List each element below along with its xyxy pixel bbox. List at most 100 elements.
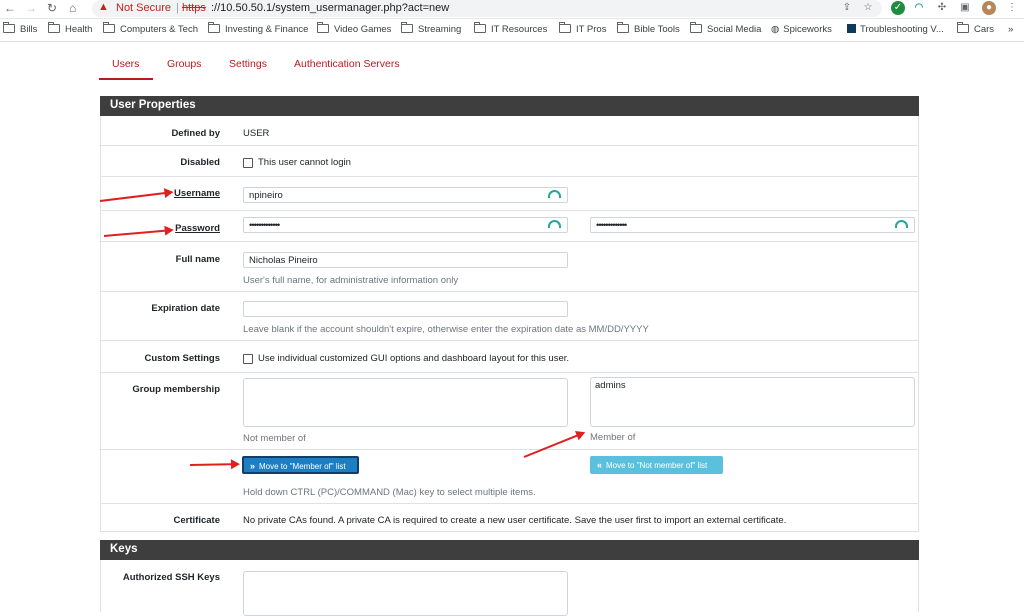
panel-title: User Properties xyxy=(100,96,919,116)
forward-arrow-icon[interactable]: → xyxy=(25,0,37,16)
profile-avatar[interactable]: ● xyxy=(982,1,996,15)
certificate-text: No private CAs found. A private CA is re… xyxy=(243,515,787,526)
ssh-keys-textarea[interactable] xyxy=(243,571,568,616)
disabled-checkbox[interactable] xyxy=(243,158,253,168)
home-icon[interactable]: ⌂ xyxy=(69,0,76,16)
defined-by-label: Defined by xyxy=(171,128,220,139)
bookmark-bills[interactable]: Bills xyxy=(3,22,38,35)
tab-settings[interactable]: Settings xyxy=(229,58,267,70)
bookmark-social-media[interactable]: Social Media xyxy=(690,22,762,35)
bookmark-spiceworks[interactable]: ◍ Spiceworks xyxy=(771,24,832,35)
password-manager-icon[interactable] xyxy=(548,220,561,228)
bookmark-label: Bible Tools xyxy=(634,24,680,35)
custom-settings-label: Custom Settings xyxy=(144,353,220,364)
bookmark-label: Health xyxy=(65,24,93,35)
group-membership-label: Group membership xyxy=(132,384,220,395)
reload-icon[interactable]: ↻ xyxy=(47,0,57,16)
member-of-list[interactable]: admins xyxy=(590,377,915,427)
multi-select-help: Hold down CTRL (PC)/COMMAND (Mac) key to… xyxy=(243,487,536,498)
username-value: npineiro xyxy=(249,190,283,201)
url-separator: | xyxy=(176,2,179,14)
bookmark-streaming[interactable]: Streaming xyxy=(401,22,462,35)
folder-icon xyxy=(474,22,486,33)
bookmark-label: IT Resources xyxy=(491,24,548,35)
move-to-member-button[interactable]: » Move to "Member of" list xyxy=(242,456,359,474)
side-panel-icon[interactable]: ▣ xyxy=(958,1,972,15)
defined-by-value: USER xyxy=(243,128,270,139)
bookmark-health[interactable]: Health xyxy=(48,22,93,35)
folder-icon xyxy=(103,22,115,33)
bookmark-video-games[interactable]: Video Games xyxy=(317,22,392,35)
bookmark-cars[interactable]: Cars xyxy=(957,22,995,35)
username-input[interactable]: npineiro xyxy=(243,187,568,203)
bookmark-label: Bills xyxy=(20,24,38,35)
custom-settings-checkbox-text: Use individual customized GUI options an… xyxy=(258,353,570,364)
password-input[interactable]: ••••••••••••• xyxy=(243,217,568,233)
move-to-not-member-button[interactable]: «Move to "Not member of" list xyxy=(590,456,723,474)
back-arrow-icon[interactable]: ← xyxy=(4,0,16,16)
security-status[interactable]: Not Secure xyxy=(116,2,171,14)
bookmark-label: Investing & Finance xyxy=(225,24,309,35)
password-confirm-input[interactable]: ••••••••••••• xyxy=(590,217,915,233)
share-icon[interactable]: ⇪ xyxy=(840,1,854,15)
tab-users[interactable]: Users xyxy=(112,58,139,70)
bookmark-troubleshooting[interactable]: Troubleshooting V... xyxy=(847,24,944,35)
active-tab-indicator xyxy=(99,78,153,80)
bookmark-label: Social Media xyxy=(707,24,762,35)
expiration-input[interactable] xyxy=(243,301,568,317)
disabled-checkbox-text: This user cannot login xyxy=(258,157,351,168)
bookmark-label: Cars xyxy=(974,24,995,35)
password-manager-icon[interactable] xyxy=(895,220,908,228)
bookmark-it-pros[interactable]: IT Pros xyxy=(559,22,607,35)
certificate-label: Certificate xyxy=(173,515,220,526)
move-to-member-label: Move to "Member of" list xyxy=(259,462,346,471)
double-chevron-left-icon: « xyxy=(597,460,603,470)
bookmark-label: Computers & Tech xyxy=(120,24,198,35)
password-value: ••••••••••••• xyxy=(249,220,280,231)
folder-icon xyxy=(957,22,969,33)
folder-icon xyxy=(208,22,220,33)
folder-icon xyxy=(617,22,629,33)
bookmarks-overflow[interactable]: » xyxy=(1008,24,1013,35)
custom-settings-checkbox[interactable] xyxy=(243,354,253,364)
bookmark-label: Troubleshooting V... xyxy=(860,24,944,35)
member-of-caption: Member of xyxy=(590,432,636,443)
not-member-of-list[interactable] xyxy=(243,378,568,427)
keys-panel-title: Keys xyxy=(100,540,919,560)
annotation-arrow-move-button xyxy=(189,463,239,466)
folder-icon xyxy=(48,22,60,33)
tab-groups[interactable]: Groups xyxy=(167,58,201,70)
fullname-label: Full name xyxy=(175,254,220,265)
extension-arc-icon[interactable]: ◠ xyxy=(912,1,926,15)
expiration-help: Leave blank if the account shouldn't exp… xyxy=(243,324,649,335)
fullname-help: User's full name, for administrative inf… xyxy=(243,275,459,286)
fullname-value: Nicholas Pineiro xyxy=(249,255,318,266)
folder-icon xyxy=(559,22,571,33)
double-chevron-right-icon: » xyxy=(250,461,256,471)
bookmark-label: Spiceworks xyxy=(783,24,832,35)
list-item[interactable]: admins xyxy=(595,380,910,391)
bookmark-label: Streaming xyxy=(418,24,462,35)
extensions-puzzle-icon[interactable]: ✣ xyxy=(935,1,949,15)
site-favicon-icon xyxy=(847,24,856,33)
bookmark-it-resources[interactable]: IT Resources xyxy=(474,22,548,35)
url-text: ://10.50.50.1/system_usermanager.php?act… xyxy=(211,2,450,14)
bookmark-bible-tools[interactable]: Bible Tools xyxy=(617,22,680,35)
url-protocol: https xyxy=(182,2,206,14)
disabled-label: Disabled xyxy=(180,157,220,168)
menu-kebab-icon[interactable]: ⋮ xyxy=(1005,1,1019,15)
defined-by-row xyxy=(100,116,919,146)
folder-icon xyxy=(317,22,329,33)
tab-authentication-servers[interactable]: Authentication Servers xyxy=(294,58,400,70)
password-confirm-value: ••••••••••••• xyxy=(596,220,627,231)
folder-icon xyxy=(690,22,702,33)
bookmark-star-icon[interactable]: ☆ xyxy=(861,1,875,15)
bookmark-label: Video Games xyxy=(334,24,392,35)
bookmark-label: IT Pros xyxy=(576,24,607,35)
bookmark-computers[interactable]: Computers & Tech xyxy=(103,22,198,35)
extension-check-icon[interactable]: ✓ xyxy=(891,1,905,15)
globe-icon: ◍ xyxy=(771,24,780,35)
password-manager-icon[interactable] xyxy=(548,190,561,198)
fullname-input[interactable]: Nicholas Pineiro xyxy=(243,252,568,268)
bookmark-investing[interactable]: Investing & Finance xyxy=(208,22,309,35)
